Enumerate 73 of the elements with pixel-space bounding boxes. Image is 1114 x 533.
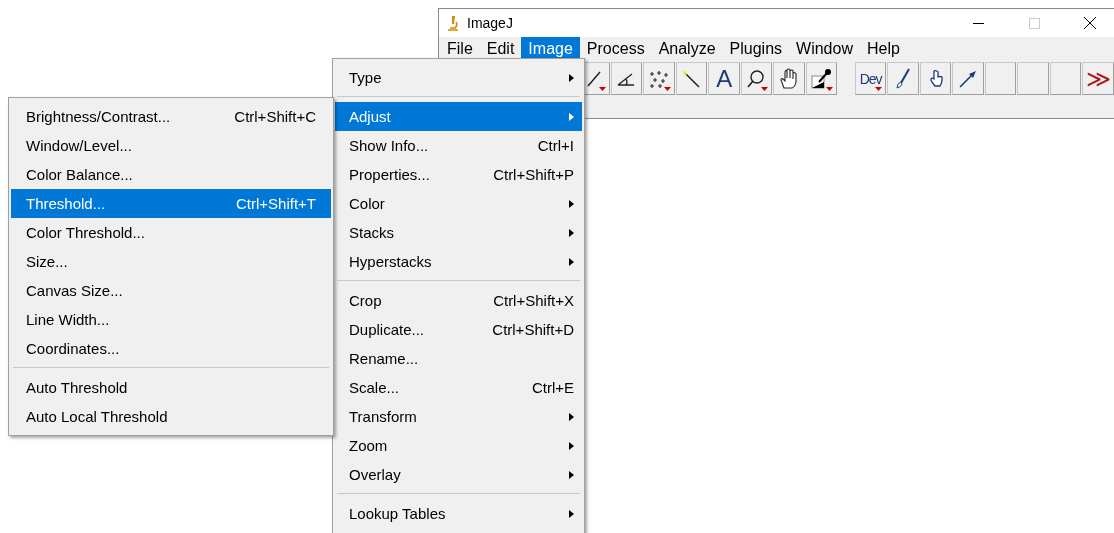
menu-item[interactable]: Canvas Size... (11, 276, 331, 305)
pointing-hand-icon (927, 68, 944, 89)
more-tools-button[interactable]: ≫ (1082, 62, 1114, 95)
color-picker-icon (810, 67, 833, 90)
menu-item[interactable]: Adjust (335, 102, 582, 131)
arrow-icon (958, 68, 979, 89)
dropdown-triangle-icon (663, 87, 671, 91)
minimize-icon (972, 22, 984, 24)
menu-item[interactable]: Hyperstacks (335, 247, 582, 276)
wand-icon (681, 68, 702, 89)
menu-item[interactable]: Crop Ctrl+Shift+X (335, 286, 582, 315)
submenu-arrow-icon (569, 199, 574, 208)
submenu-arrow-icon (569, 412, 574, 421)
dropdown-triangle-icon (875, 87, 883, 91)
multipoint-icon (647, 69, 670, 88)
magnifier-icon (746, 68, 767, 89)
tool-button[interactable]: A (708, 62, 740, 95)
menu-item[interactable]: Scale... Ctrl+E (335, 373, 582, 402)
submenu-arrow-icon (569, 228, 574, 237)
tool-button[interactable] (887, 62, 919, 95)
submenu-arrow-icon (569, 470, 574, 479)
submenu-arrow-icon (569, 257, 574, 266)
dropdown-triangle-icon (598, 87, 606, 91)
submenu-arrow-icon (569, 441, 574, 450)
hand-icon (778, 67, 799, 90)
menu-item[interactable]: Size... (11, 247, 331, 276)
menu-item[interactable]: Brightness/Contrast... Ctrl+Shift+C (11, 102, 331, 131)
menu-title[interactable]: Plugins (722, 37, 790, 60)
menu-title[interactable]: Edit (479, 37, 522, 60)
menu-title[interactable]: Image (521, 37, 580, 60)
menu-item[interactable]: Rename... (335, 344, 582, 373)
menu-item[interactable]: Coordinates... (11, 334, 331, 363)
tool-button[interactable] (773, 62, 805, 95)
menu-item[interactable]: Threshold... Ctrl+Shift+T (11, 189, 331, 218)
menu-item[interactable]: Transform (335, 402, 582, 431)
menu-item[interactable]: Type (335, 63, 582, 92)
menu-item[interactable]: Duplicate... Ctrl+Shift+D (335, 315, 582, 344)
tool-button[interactable] (740, 62, 773, 95)
menu-item[interactable]: Line Width... (11, 305, 331, 334)
menu-item[interactable]: Window/Level... (11, 131, 331, 160)
tool-button[interactable] (805, 62, 838, 95)
tool-button[interactable] (952, 62, 984, 95)
menu-item[interactable]: Color Threshold... (11, 218, 331, 247)
menu-title[interactable]: Help (859, 37, 907, 60)
window-title: ImageJ (467, 15, 514, 31)
menu-title[interactable]: Analyze (651, 37, 723, 60)
microscope-icon (447, 15, 459, 31)
submenu-arrow-icon (569, 112, 574, 121)
menu-item[interactable]: Color (335, 189, 582, 218)
menu-title[interactable]: File (440, 37, 480, 60)
menu-item[interactable]: Show Info... Ctrl+I (335, 131, 582, 160)
menu-item[interactable]: Lookup Tables (335, 499, 582, 528)
menu-item[interactable]: Auto Threshold (11, 373, 331, 402)
menu-item[interactable]: Overlay (335, 460, 582, 489)
dropdown-triangle-icon (826, 87, 834, 91)
tool-button[interactable]: Dev (854, 62, 887, 95)
menu-item[interactable]: Zoom (335, 431, 582, 460)
dropdown-triangle-icon (761, 87, 769, 91)
menu-title[interactable]: Window (789, 37, 860, 60)
close-icon (1084, 17, 1096, 29)
menu-item[interactable]: Properties... Ctrl+Shift+P (335, 160, 582, 189)
tool-button[interactable] (610, 62, 643, 95)
submenu-arrow-icon (569, 509, 574, 518)
menu-item[interactable]: Stacks (335, 218, 582, 247)
menu-title[interactable]: Process (579, 37, 652, 60)
line-icon (585, 69, 602, 88)
submenu-arrow-icon (569, 73, 574, 82)
maximize-icon (1028, 17, 1040, 29)
tool-button[interactable] (643, 62, 675, 95)
brush-icon (895, 67, 912, 90)
menu-item[interactable]: Color Balance... (11, 160, 331, 189)
menu-item[interactable]: Auto Local Threshold (11, 402, 331, 431)
tool-button[interactable] (919, 62, 952, 95)
